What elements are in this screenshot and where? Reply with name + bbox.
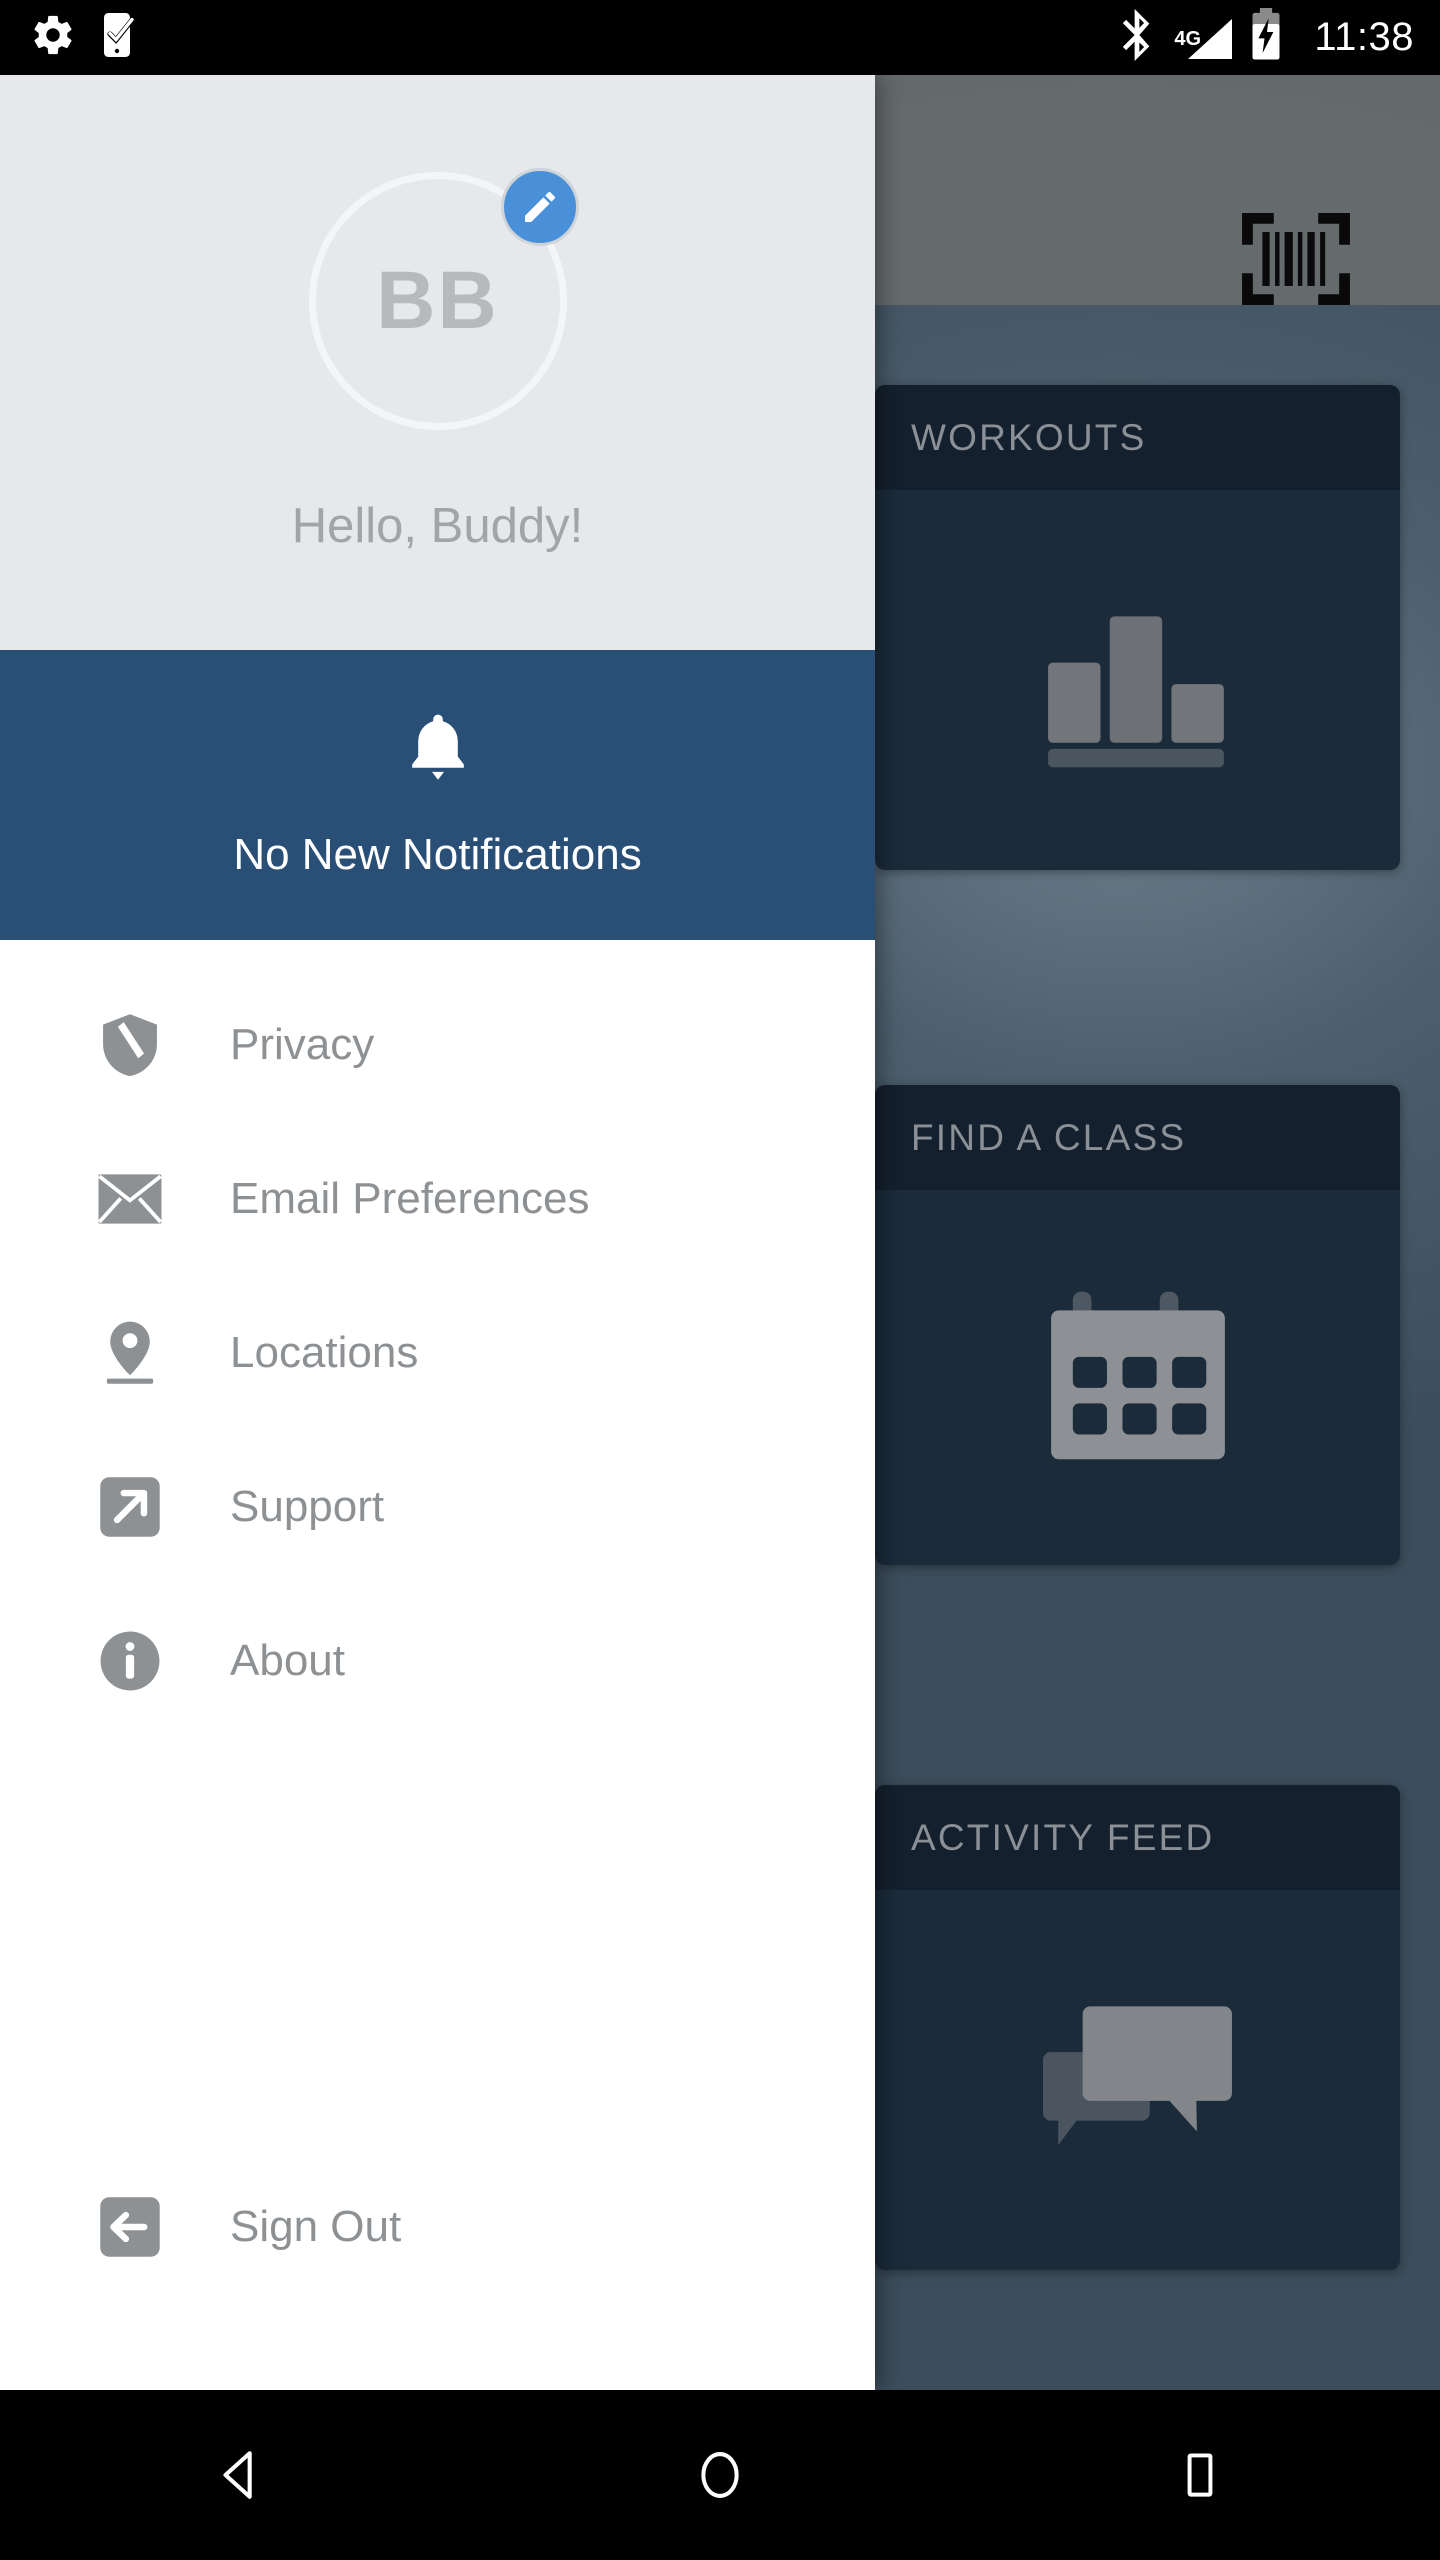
android-nav-bar bbox=[0, 2390, 1440, 2560]
status-bar: 4G 11:38 bbox=[0, 0, 1440, 75]
chat-bubbles-icon bbox=[1040, 2004, 1235, 2157]
info-circle-icon bbox=[96, 1627, 164, 1695]
card-title: FIND A CLASS bbox=[911, 1116, 1187, 1158]
notification-text: No New Notifications bbox=[233, 829, 642, 879]
phone-screen: 4G 11:38 WORKOUTS FIND A CLASS ACTIVITY … bbox=[0, 0, 1440, 2560]
battery-charging-icon bbox=[1250, 8, 1282, 67]
settings-gear-icon bbox=[30, 12, 76, 63]
home-circle-icon[interactable] bbox=[480, 2448, 960, 2502]
signal-icon: 4G bbox=[1174, 15, 1233, 61]
map-pin-icon bbox=[96, 1319, 164, 1387]
menu-item-label: About bbox=[230, 1636, 345, 1685]
card-title: WORKOUTS bbox=[911, 416, 1147, 458]
menu-item-about[interactable]: About bbox=[0, 1584, 875, 1738]
card-header: WORKOUTS bbox=[875, 385, 1400, 490]
menu-item-locations[interactable]: Locations bbox=[0, 1276, 875, 1430]
menu-item-label: Support bbox=[230, 1482, 385, 1531]
bluetooth-icon bbox=[1118, 9, 1156, 66]
navigation-drawer: BB Hello, Buddy! No New Notifications Pr… bbox=[0, 75, 875, 2390]
back-triangle-icon[interactable] bbox=[0, 2446, 480, 2504]
calendar-icon bbox=[1048, 1288, 1228, 1468]
avatar-initials: BB bbox=[376, 254, 499, 346]
recents-square-icon[interactable] bbox=[960, 2448, 1440, 2502]
notification-banner[interactable]: No New Notifications bbox=[0, 650, 875, 940]
menu-item-label: Locations bbox=[230, 1328, 419, 1377]
menu-item-email-preferences[interactable]: Email Preferences bbox=[0, 1122, 875, 1276]
greeting-text: Hello, Buddy! bbox=[291, 498, 584, 553]
menu-item-support[interactable]: Support bbox=[0, 1430, 875, 1584]
card-find-a-class[interactable]: FIND A CLASS bbox=[875, 1085, 1400, 1565]
barcode-scan-icon[interactable] bbox=[1242, 213, 1350, 305]
bar-chart-icon bbox=[1045, 588, 1230, 773]
card-workouts[interactable]: WORKOUTS bbox=[875, 385, 1400, 870]
sign-out-arrow-icon bbox=[96, 2193, 164, 2261]
menu-item-label: Privacy bbox=[230, 1020, 375, 1069]
drawer-menu-list: Privacy Email Preferences Locations Supp… bbox=[0, 940, 875, 1738]
menu-item-label: Sign Out bbox=[230, 2202, 402, 2251]
drawer-header: BB Hello, Buddy! bbox=[0, 75, 875, 650]
status-bar-right-icons: 4G 11:38 bbox=[1118, 8, 1414, 67]
card-body bbox=[875, 490, 1400, 870]
pencil-edit-icon[interactable] bbox=[500, 167, 579, 246]
card-body bbox=[875, 1890, 1400, 2270]
card-body bbox=[875, 1190, 1400, 1565]
menu-item-sign-out[interactable]: Sign Out bbox=[0, 2150, 875, 2304]
external-link-icon bbox=[96, 1473, 164, 1541]
card-header: FIND A CLASS bbox=[875, 1085, 1400, 1190]
menu-item-label: Email Preferences bbox=[230, 1174, 590, 1223]
envelope-icon bbox=[96, 1165, 164, 1233]
avatar-wrapper[interactable]: BB bbox=[308, 167, 579, 430]
card-activity-feed[interactable]: ACTIVITY FEED bbox=[875, 1785, 1400, 2270]
status-bar-clock: 11:38 bbox=[1314, 15, 1414, 59]
phone-check-icon bbox=[98, 11, 142, 64]
card-header: ACTIVITY FEED bbox=[875, 1785, 1400, 1890]
bell-icon bbox=[405, 711, 471, 788]
status-bar-left-icons bbox=[30, 11, 142, 64]
menu-item-privacy[interactable]: Privacy bbox=[0, 968, 875, 1122]
shield-privacy-icon bbox=[96, 1011, 164, 1079]
card-title: ACTIVITY FEED bbox=[911, 1816, 1215, 1858]
